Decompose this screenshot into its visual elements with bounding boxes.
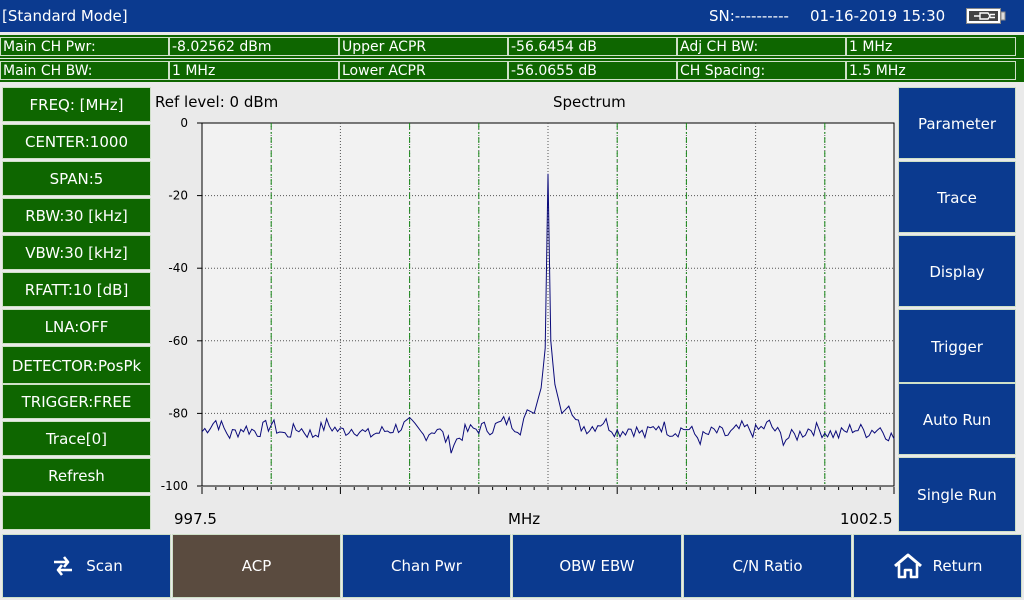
tab-chan-pwr-label: Chan Pwr bbox=[391, 557, 462, 575]
tab-acp[interactable]: ACP bbox=[172, 534, 341, 598]
y-tick-label: -100 bbox=[161, 479, 188, 493]
main-ch-pwr-label: Main CH Pwr: bbox=[0, 37, 169, 56]
y-tick-label: 0 bbox=[180, 116, 188, 130]
y-tick-label: -80 bbox=[168, 406, 188, 420]
tab-scan[interactable]: Scan bbox=[2, 534, 171, 598]
lna-button[interactable]: LNA:OFF bbox=[2, 309, 151, 344]
tab-return[interactable]: Return bbox=[853, 534, 1022, 598]
tab-cn-ratio-label: C/N Ratio bbox=[732, 557, 803, 575]
tab-return-label: Return bbox=[932, 557, 983, 575]
refresh-button[interactable]: Refresh bbox=[2, 458, 151, 493]
tab-obw-ebw[interactable]: OBW EBW bbox=[512, 534, 682, 598]
vbw-button[interactable]: VBW:30 [kHz] bbox=[2, 235, 151, 270]
freq-unit-button[interactable]: FREQ: [MHz] bbox=[2, 87, 151, 122]
center-button[interactable]: CENTER:1000 bbox=[2, 124, 151, 159]
main-ch-bw-value: 1 MHz bbox=[169, 61, 339, 80]
rfatt-button[interactable]: RFATT:10 [dB] bbox=[2, 272, 151, 307]
single-run-button[interactable]: Single Run bbox=[898, 457, 1016, 532]
serial-number: SN:---------- bbox=[709, 7, 789, 25]
y-tick-label: -40 bbox=[168, 261, 188, 275]
tab-obw-ebw-label: OBW EBW bbox=[559, 557, 635, 575]
auto-run-button[interactable]: Auto Run bbox=[898, 383, 1016, 455]
battery-plug-icon bbox=[966, 8, 1006, 24]
trigger-button[interactable]: TRIGGER:FREE bbox=[2, 384, 151, 419]
measurement-row-1: Main CH Pwr: -8.02562 dBm Upper ACPR -56… bbox=[0, 35, 1024, 58]
spectrum-chart: 0 -20 -40 -60 -80 -100 bbox=[161, 116, 895, 494]
tab-scan-label: Scan bbox=[86, 557, 123, 575]
y-tick-label: -60 bbox=[168, 334, 188, 348]
x-start-label: 997.5 bbox=[174, 510, 217, 528]
trace-button[interactable]: Trace[0] bbox=[2, 421, 151, 456]
upper-acpr-label: Upper ACPR bbox=[339, 37, 508, 56]
home-icon bbox=[893, 553, 922, 579]
span-button[interactable]: SPAN:5 bbox=[2, 161, 151, 196]
trace-menu-button[interactable]: Trace bbox=[898, 161, 1016, 233]
mode-label: [Standard Mode] bbox=[2, 7, 128, 25]
measurement-row-2: Main CH BW: 1 MHz Lower ACPR -56.0655 dB… bbox=[0, 59, 1024, 82]
ch-spacing-label: CH Spacing: bbox=[677, 61, 846, 80]
lower-acpr-label: Lower ACPR bbox=[339, 61, 508, 80]
trigger-menu-button[interactable]: Trigger bbox=[898, 309, 1016, 383]
ch-spacing-value: 1.5 MHz bbox=[846, 61, 1016, 80]
rbw-button[interactable]: RBW:30 [kHz] bbox=[2, 198, 151, 233]
ref-level-label: Ref level: 0 dBm bbox=[155, 93, 279, 111]
x-end-label: 1002.5 bbox=[840, 510, 893, 528]
main-ch-pwr-value: -8.02562 dBm bbox=[169, 37, 339, 56]
lower-acpr-value: -56.0655 dB bbox=[508, 61, 677, 80]
left-menu-empty bbox=[2, 495, 151, 530]
swap-icon bbox=[54, 556, 73, 576]
display-button[interactable]: Display bbox=[898, 235, 1016, 307]
y-tick-label: -20 bbox=[168, 189, 188, 203]
tab-cn-ratio[interactable]: C/N Ratio bbox=[683, 534, 852, 598]
chart-title: Spectrum bbox=[553, 93, 626, 111]
status-bar: [Standard Mode] SN:---------- 01-16-2019… bbox=[0, 0, 1024, 32]
adj-ch-bw-value: 1 MHz bbox=[846, 37, 1016, 56]
x-unit-label: MHz bbox=[508, 510, 541, 528]
tab-acp-label: ACP bbox=[241, 557, 272, 575]
tab-chan-pwr[interactable]: Chan Pwr bbox=[342, 534, 511, 598]
main-ch-bw-label: Main CH BW: bbox=[0, 61, 169, 80]
upper-acpr-value: -56.6454 dB bbox=[508, 37, 677, 56]
parameter-button[interactable]: Parameter bbox=[898, 87, 1016, 159]
datetime: 01-16-2019 15:30 bbox=[810, 7, 946, 25]
adj-ch-bw-label: Adj CH BW: bbox=[677, 37, 846, 56]
detector-button[interactable]: DETECTOR:PosPk bbox=[2, 346, 151, 384]
